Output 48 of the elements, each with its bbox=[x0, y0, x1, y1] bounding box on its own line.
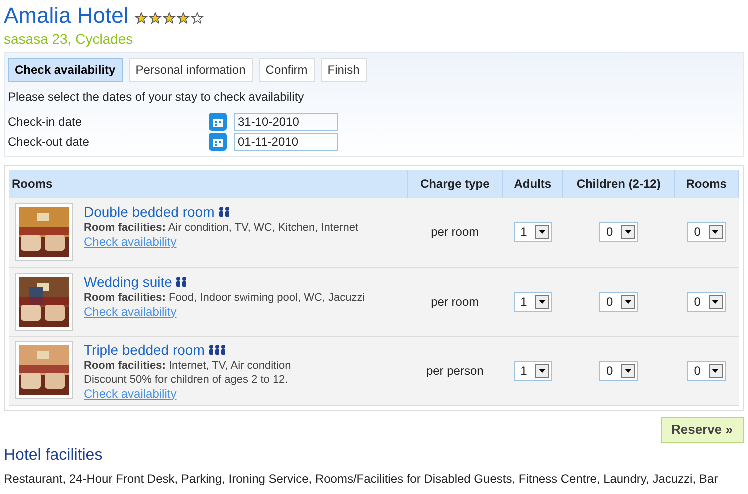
children-select[interactable]: 0 bbox=[599, 292, 638, 312]
children-select[interactable]: 0 bbox=[599, 360, 638, 380]
section-heading: Hotel facilities bbox=[4, 446, 104, 466]
column-header: Rooms bbox=[686, 177, 727, 191]
children-select[interactable]: 0 bbox=[599, 222, 638, 242]
step-tab[interactable]: Finish bbox=[320, 58, 367, 82]
room-name[interactable]: Double bedded room bbox=[84, 203, 215, 222]
hotel-facilities-text: Restaurant, 24-Hour Front Desk, Parking, Ironing Service, Rooms/Facilities for Disabled Guests, Fitness Centre, Laundry, Jacuzzi, Bar bbox=[4, 470, 720, 488]
room-facilities: Room facilities: Food, Indoor swiming pool, WC, Jacuzzi bbox=[84, 290, 366, 304]
date-label: Check-out date bbox=[8, 134, 90, 151]
room-facilities: Room facilities: Internet, TV, Air condition bbox=[84, 358, 292, 372]
persons-icon bbox=[176, 276, 188, 286]
step-tab[interactable]: Confirm bbox=[258, 58, 315, 82]
rooms-select[interactable]: 0 bbox=[687, 292, 726, 312]
step-tab[interactable]: Personal information bbox=[128, 58, 253, 82]
hotel-name: Amalia Hotel bbox=[4, 2, 129, 30]
instructions: Please select the dates of your stay to check availability bbox=[8, 89, 306, 106]
star-icon bbox=[190, 12, 204, 24]
rooms-select[interactable]: 0 bbox=[687, 360, 726, 380]
column-header: Adults bbox=[514, 177, 552, 191]
charge-type: per person bbox=[426, 364, 484, 378]
star-icon bbox=[148, 12, 162, 24]
charge-type: per room bbox=[431, 294, 480, 308]
star-icon bbox=[134, 12, 148, 24]
date-label: Check-in date bbox=[8, 114, 84, 131]
hotel-address: sasasa 23, Cyclades bbox=[4, 30, 134, 48]
adults-select[interactable]: 1 bbox=[514, 222, 552, 242]
rooms-select[interactable]: 0 bbox=[687, 222, 726, 242]
calendar-icon[interactable] bbox=[209, 133, 227, 151]
room-note: Discount 50% for children of ages 2 to 12. bbox=[84, 372, 290, 386]
charge-type: per room bbox=[431, 225, 480, 240]
column-header: Children (2-12) bbox=[576, 177, 661, 191]
reserve-button[interactable]: Reserve » bbox=[660, 416, 744, 442]
room-name[interactable]: Wedding suite bbox=[84, 272, 172, 290]
column-header: Rooms bbox=[12, 177, 53, 191]
date-field[interactable]: 01-11-2010 bbox=[234, 133, 338, 151]
star-icon bbox=[162, 12, 176, 24]
column-header: Charge type bbox=[420, 177, 490, 191]
persons-icon bbox=[208, 344, 227, 354]
room-facilities: Room facilities: Air condition, TV, WC, Kitchen, Internet bbox=[84, 221, 359, 236]
adults-select[interactable]: 1 bbox=[514, 360, 552, 380]
adults-select[interactable]: 1 bbox=[514, 292, 552, 312]
star-icon bbox=[176, 12, 190, 24]
step-tab[interactable]: Check availability bbox=[8, 58, 123, 82]
date-field[interactable]: 31-10-2010 bbox=[234, 113, 338, 131]
persons-icon bbox=[218, 207, 231, 218]
room-name[interactable]: Triple bedded room bbox=[84, 340, 205, 358]
calendar-icon[interactable] bbox=[209, 113, 227, 131]
